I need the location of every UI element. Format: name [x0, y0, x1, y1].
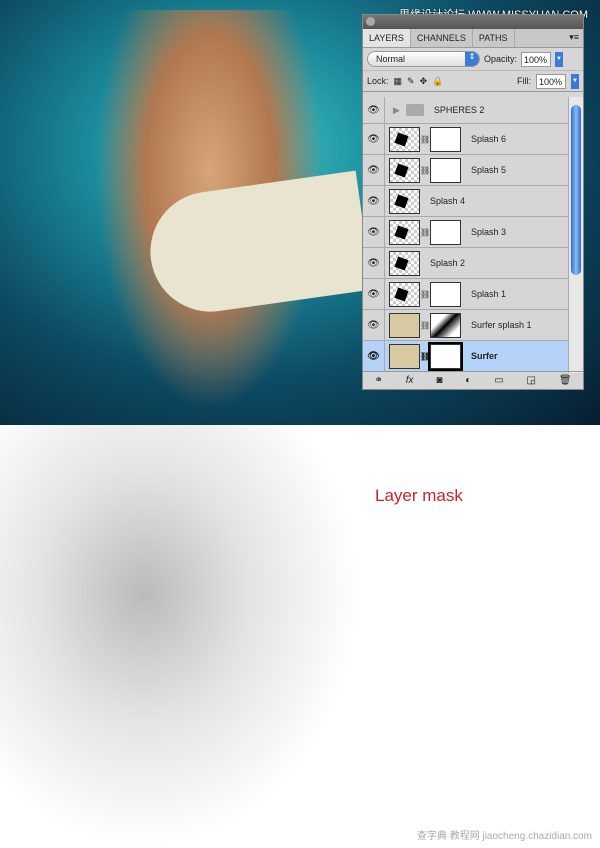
link-icon: ⛓	[420, 165, 431, 175]
eye-icon[interactable]: 👁	[363, 97, 385, 123]
layer-name: Splash 1	[471, 289, 507, 299]
opacity-dropdown-icon[interactable]: ▼	[555, 51, 564, 67]
layer-thumbnail	[389, 281, 420, 307]
scrollbar-thumb[interactable]	[571, 105, 581, 275]
watermark-bottom: 查字典 教程网 jiaocheng.chazidian.com	[416, 831, 592, 842]
panel-titlebar[interactable]	[363, 15, 583, 29]
layers-scrollbar[interactable]	[568, 97, 583, 373]
caption: Layer mask	[375, 486, 463, 505]
lock-brush-icon[interactable]: ✎	[407, 76, 415, 87]
layer-thumbnail	[389, 188, 420, 214]
mask-thumbnail[interactable]	[430, 219, 461, 245]
close-icon[interactable]	[366, 17, 375, 26]
layer-thumbnail	[389, 219, 420, 245]
fx-icon[interactable]: fx	[406, 375, 414, 386]
fill-label: Fill:	[517, 76, 531, 86]
link-layers-icon[interactable]: ⚭	[374, 375, 382, 386]
link-icon: ⛓	[420, 320, 431, 330]
add-mask-icon[interactable]: ◙	[436, 375, 442, 386]
mask-thumbnail[interactable]	[430, 126, 461, 152]
layers-panel: LAYERS CHANNELS PATHS ▾≡ Normal ⇕ Opacity…	[362, 14, 584, 390]
layer-thumbnail	[389, 250, 420, 276]
folder-icon	[405, 104, 424, 116]
link-icon: ⛓	[420, 289, 431, 299]
layer-name: Splash 4	[430, 196, 466, 206]
trash-icon[interactable]: 🗑	[559, 375, 572, 386]
lock-label: Lock:	[367, 76, 389, 86]
layers-list: 👁 ▶ SPHERES 2 👁 ⛓ Splash 6 👁 ⛓ Splash 5 👁 Splas…	[363, 97, 569, 373]
layer-name: Splash 5	[471, 165, 507, 175]
tab-channels[interactable]: CHANNELS	[411, 29, 473, 47]
opacity-input[interactable]: 100%	[521, 51, 552, 67]
layer-name: Surfer	[471, 351, 498, 361]
layer-thumbnail	[389, 343, 420, 369]
tab-layers[interactable]: LAYERS	[363, 29, 411, 47]
lock-transparent-icon[interactable]: ▦	[394, 76, 403, 87]
layer-name: Splash 3	[471, 227, 507, 237]
layer-splash-5[interactable]: 👁 ⛓ Splash 5	[363, 155, 569, 186]
layer-surfer[interactable]: 👁 ⛓ Surfer	[363, 341, 569, 372]
layer-splash-3[interactable]: 👁 ⛓ Splash 3	[363, 217, 569, 248]
new-layer-icon[interactable]: ◲	[527, 375, 536, 386]
eye-icon[interactable]: 👁	[363, 279, 385, 309]
layer-name: Splash 2	[430, 258, 466, 268]
layer-thumbnail	[389, 312, 420, 338]
opacity-label: Opacity:	[484, 54, 518, 64]
blend-mode-select[interactable]: Normal ⇕	[367, 51, 480, 67]
layer-name: Surfer splash 1	[471, 320, 532, 330]
layer-thumbnail	[389, 126, 420, 152]
updown-icon: ⇕	[465, 52, 479, 66]
new-group-icon[interactable]: ▭	[494, 375, 503, 386]
link-icon: ⛓	[420, 351, 431, 361]
layer-splash-1[interactable]: 👁 ⛓ Splash 1	[363, 279, 569, 310]
mask-thumbnail[interactable]	[428, 341, 463, 371]
eye-icon[interactable]: 👁	[363, 155, 385, 185]
link-icon: ⛓	[420, 227, 431, 237]
eye-icon[interactable]: 👁	[363, 124, 385, 154]
mask-thumbnail[interactable]	[430, 312, 461, 338]
layer-mask-image	[0, 425, 360, 848]
lock-all-icon[interactable]: 🔒	[432, 76, 443, 87]
blend-mode-value: Normal	[376, 54, 406, 64]
eye-icon[interactable]: 👁	[363, 217, 385, 247]
layer-spheres-2[interactable]: 👁 ▶ SPHERES 2	[363, 97, 569, 124]
layer-splash-4[interactable]: 👁 Splash 4	[363, 186, 569, 217]
eye-icon[interactable]: 👁	[363, 341, 385, 371]
eye-icon[interactable]: 👁	[363, 248, 385, 278]
layer-name: SPHERES 2	[433, 105, 485, 115]
fill-dropdown-icon[interactable]: ▼	[571, 73, 579, 89]
lock-move-icon[interactable]: ✥	[420, 76, 428, 87]
adjustment-layer-icon[interactable]: ◐	[465, 375, 471, 386]
layer-splash-6[interactable]: 👁 ⛓ Splash 6	[363, 124, 569, 155]
panel-menu-icon[interactable]: ▾≡	[565, 29, 583, 47]
layer-thumbnail	[389, 157, 420, 183]
layer-surfer-splash-1[interactable]: 👁 ⛓ Surfer splash 1	[363, 310, 569, 341]
layer-name: Splash 6	[471, 134, 507, 144]
tab-paths[interactable]: PATHS	[473, 29, 515, 47]
link-icon: ⛓	[420, 134, 431, 144]
layer-splash-2[interactable]: 👁 Splash 2	[363, 248, 569, 279]
eye-icon[interactable]: 👁	[363, 186, 385, 216]
fill-input[interactable]: 100%	[536, 73, 566, 89]
mask-thumbnail[interactable]	[430, 281, 461, 307]
eye-icon[interactable]: 👁	[363, 310, 385, 340]
expand-arrow-icon[interactable]: ▶	[393, 105, 400, 116]
mask-thumbnail[interactable]	[430, 157, 461, 183]
